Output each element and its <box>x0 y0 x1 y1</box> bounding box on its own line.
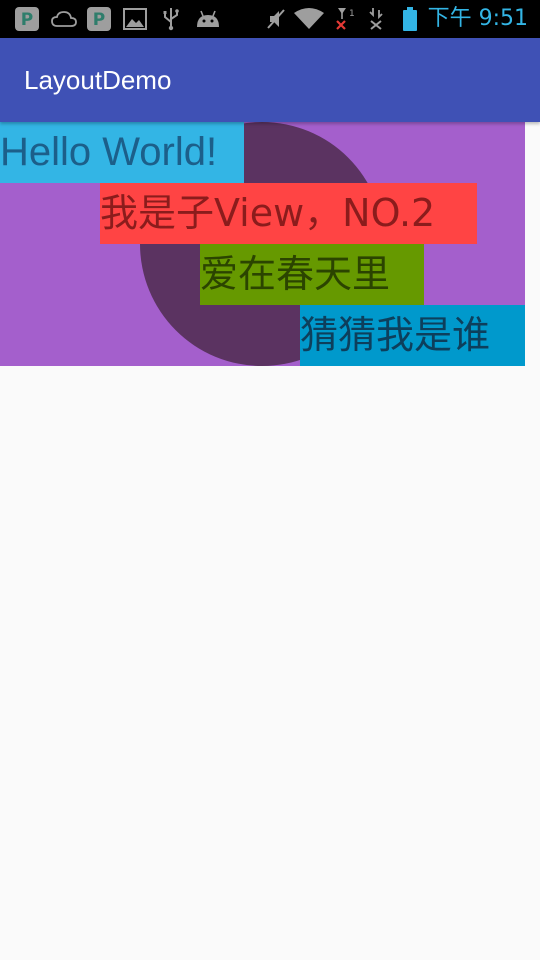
signal-icon: 1 <box>334 7 356 31</box>
app-title: LayoutDemo <box>24 65 172 95</box>
svg-text:P: P <box>93 10 105 30</box>
signal-label: 1 <box>349 9 355 19</box>
status-bar: P P 1 下午 9:51 <box>0 0 540 38</box>
pushbullet-icon: P <box>86 7 112 31</box>
usb-icon <box>160 7 182 31</box>
child-view-4: 猜猜我是谁 <box>300 305 525 366</box>
android-icon <box>194 7 222 31</box>
svg-text:P: P <box>21 10 33 30</box>
child-view-3: 爱在春天里 <box>200 244 424 305</box>
child-view-1: Hello World! <box>0 122 244 183</box>
battery-icon <box>400 7 420 31</box>
app-bar: LayoutDemo <box>0 38 540 122</box>
image-icon <box>122 7 148 31</box>
wifi-icon <box>293 7 325 31</box>
child-view-2: 我是子View，NO.2 <box>100 183 477 244</box>
status-time: 下午 9:51 <box>427 6 528 31</box>
cloud-icon <box>50 7 78 31</box>
mute-icon <box>264 7 288 31</box>
pushbullet-icon: P <box>14 7 40 31</box>
data-icon <box>366 7 386 31</box>
layout-demo-container: Hello World! 我是子View，NO.2 爱在春天里 猜猜我是谁 <box>0 122 525 366</box>
